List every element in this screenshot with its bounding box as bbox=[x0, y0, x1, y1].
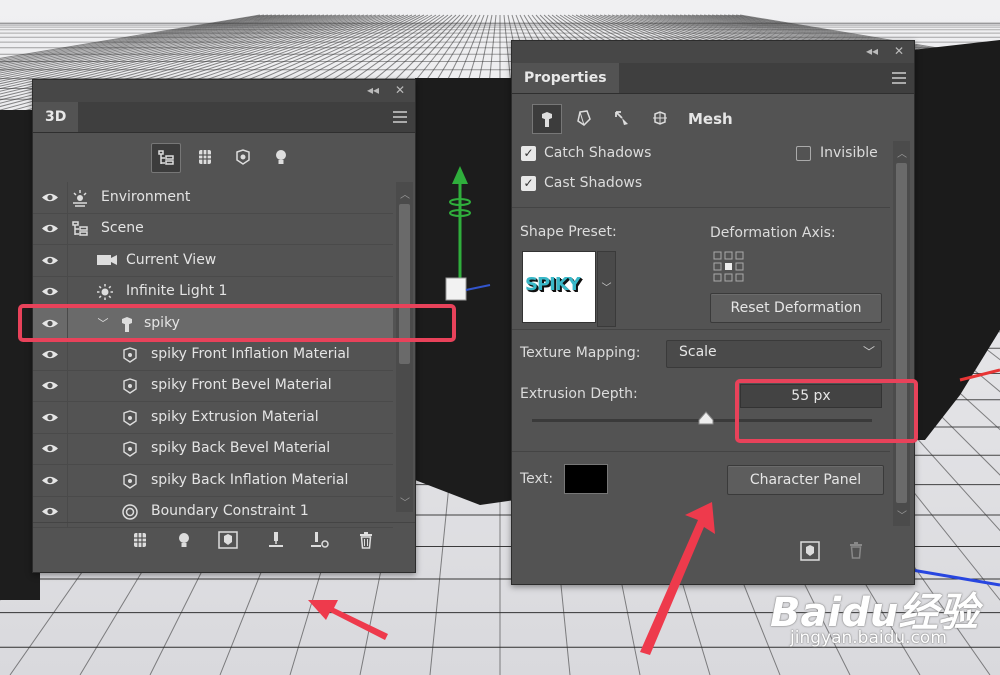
arrow-to-3d-panel bbox=[308, 600, 388, 640]
arrow-to-character-panel bbox=[640, 502, 715, 655]
watermark-url: jingyan.baidu.com bbox=[790, 628, 947, 648]
annotation-arrows bbox=[308, 502, 715, 655]
